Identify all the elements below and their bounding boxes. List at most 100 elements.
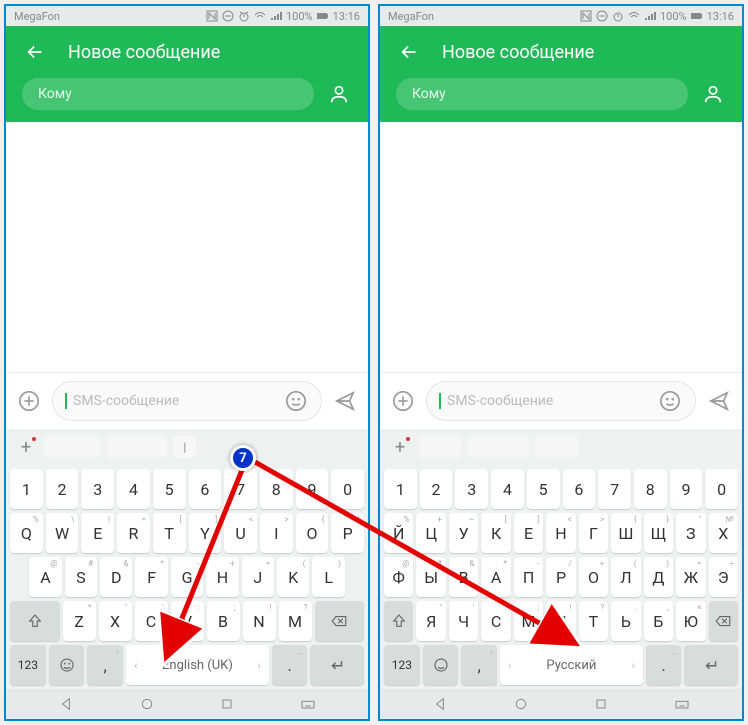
key-э[interactable]: Э÷ xyxy=(709,557,738,597)
suggestion-2[interactable]: xxxxxxx xyxy=(468,436,530,458)
key-ц[interactable]: Ц+ xyxy=(416,513,445,553)
key-l[interactable]: L) xyxy=(312,557,344,597)
key-1[interactable]: 1 xyxy=(384,469,417,509)
emoji-button[interactable] xyxy=(283,388,309,414)
key-9[interactable]: 9 xyxy=(670,469,703,509)
key-9[interactable]: 9 xyxy=(296,469,329,509)
contact-icon[interactable] xyxy=(326,81,352,107)
key-л[interactable]: Л( xyxy=(611,557,640,597)
key-u[interactable]: U< xyxy=(224,513,257,553)
key-4[interactable]: 4 xyxy=(491,469,524,509)
key-y[interactable]: Y] xyxy=(189,513,222,553)
key-r[interactable]: R= xyxy=(117,513,150,553)
attach-button[interactable] xyxy=(390,388,416,414)
key-у[interactable]: У~ xyxy=(449,513,478,553)
key-г[interactable]: Г> xyxy=(579,513,608,553)
key-6[interactable]: 6 xyxy=(189,469,222,509)
key-2[interactable]: 2 xyxy=(46,469,79,509)
key-5[interactable]: 5 xyxy=(153,469,186,509)
key-comma[interactable]: ,↓ xyxy=(87,645,123,685)
key-d[interactable]: D& xyxy=(100,557,132,597)
key-t[interactable]: T[ xyxy=(153,513,186,553)
nav-recent-icon[interactable] xyxy=(593,696,609,712)
key-п[interactable]: П- xyxy=(514,557,543,597)
recipient-input[interactable]: Кому xyxy=(396,78,688,110)
key-3[interactable]: 3 xyxy=(81,469,114,509)
key-д[interactable]: Д) xyxy=(644,557,673,597)
key-dot[interactable]: .… xyxy=(272,645,308,685)
key-з[interactable]: З" xyxy=(676,513,705,553)
key-6[interactable]: 6 xyxy=(563,469,596,509)
key-backspace[interactable] xyxy=(709,601,738,641)
back-button[interactable] xyxy=(22,39,48,65)
suggestion-expand[interactable]: + xyxy=(388,435,412,459)
key-т[interactable]: Т? xyxy=(579,601,608,641)
message-input[interactable]: SMS-сообщение xyxy=(426,381,696,421)
key-c[interactable]: C' xyxy=(135,601,168,641)
send-button[interactable] xyxy=(332,388,358,414)
key-g[interactable]: G- xyxy=(171,557,203,597)
key-w[interactable]: W\ xyxy=(46,513,79,553)
key-1[interactable]: 1 xyxy=(10,469,43,509)
nav-back-icon[interactable] xyxy=(58,696,74,712)
suggestion-2[interactable]: xxxxxxx xyxy=(106,436,168,458)
key-shift[interactable] xyxy=(384,601,413,641)
key-ж[interactable]: Ж= xyxy=(676,557,705,597)
key-f[interactable]: F* xyxy=(135,557,167,597)
key-b[interactable]: B; xyxy=(207,601,240,641)
key-p[interactable]: P} xyxy=(331,513,364,553)
message-input[interactable]: SMS-сообщение xyxy=(52,381,322,421)
key-i[interactable]: I> xyxy=(260,513,293,553)
key-x[interactable]: X" xyxy=(99,601,132,641)
key-o[interactable]: O{ xyxy=(296,513,329,553)
key-и[interactable]: И! xyxy=(546,601,575,641)
nav-back-icon[interactable] xyxy=(432,696,448,712)
key-ч[interactable]: Ч' xyxy=(449,601,478,641)
key-н[interactable]: Н< xyxy=(546,513,575,553)
key-k[interactable]: K( xyxy=(277,557,309,597)
key-7[interactable]: 7 xyxy=(224,469,257,509)
key-sym[interactable]: 123 xyxy=(384,645,420,685)
key-m[interactable]: M? xyxy=(279,601,312,641)
key-shift[interactable] xyxy=(10,601,60,641)
send-button[interactable] xyxy=(706,388,732,414)
key-я[interactable]: Я" xyxy=(416,601,445,641)
key-j[interactable]: J= xyxy=(242,557,274,597)
key-z[interactable]: Z* xyxy=(63,601,96,641)
key-е[interactable]: Е] xyxy=(514,513,543,553)
key-х[interactable]: Х№ xyxy=(709,513,738,553)
key-щ[interactable]: Щ} xyxy=(644,513,673,553)
key-ь[interactable]: Ь. xyxy=(611,601,640,641)
key-8[interactable]: 8 xyxy=(260,469,293,509)
key-q[interactable]: Q% xyxy=(10,513,43,553)
key-0[interactable]: 0 xyxy=(331,469,364,509)
key-й[interactable]: Й% xyxy=(384,513,413,553)
key-enter[interactable] xyxy=(310,645,364,685)
contact-icon[interactable] xyxy=(700,81,726,107)
suggestion-3[interactable]: | xyxy=(173,436,196,458)
key-n[interactable]: N! xyxy=(243,601,276,641)
key-к[interactable]: К[ xyxy=(481,513,510,553)
key-м[interactable]: М; xyxy=(514,601,543,641)
key-7[interactable]: 7 xyxy=(598,469,631,509)
key-ю[interactable]: Ю× xyxy=(676,601,705,641)
key-2[interactable]: 2 xyxy=(420,469,453,509)
key-4[interactable]: 4 xyxy=(117,469,150,509)
key-3[interactable]: 3 xyxy=(455,469,488,509)
key-0[interactable]: 0 xyxy=(705,469,738,509)
key-v[interactable]: V: xyxy=(171,601,204,641)
key-а[interactable]: А* xyxy=(481,557,510,597)
key-ф[interactable]: Ф@ xyxy=(384,557,413,597)
key-h[interactable]: H+ xyxy=(206,557,238,597)
nav-home-icon[interactable] xyxy=(139,696,155,712)
key-comma[interactable]: ,↓ xyxy=(461,645,497,685)
key-в[interactable]: В& xyxy=(449,557,478,597)
suggestion-expand[interactable]: + xyxy=(14,435,38,459)
attach-button[interactable] xyxy=(16,388,42,414)
key-emoji[interactable] xyxy=(49,645,85,685)
nav-keyboard-icon[interactable] xyxy=(300,696,316,712)
key-a[interactable]: A@ xyxy=(29,557,61,597)
key-emoji[interactable] xyxy=(423,645,459,685)
nav-keyboard-icon[interactable] xyxy=(674,696,690,712)
key-5[interactable]: 5 xyxy=(527,469,560,509)
